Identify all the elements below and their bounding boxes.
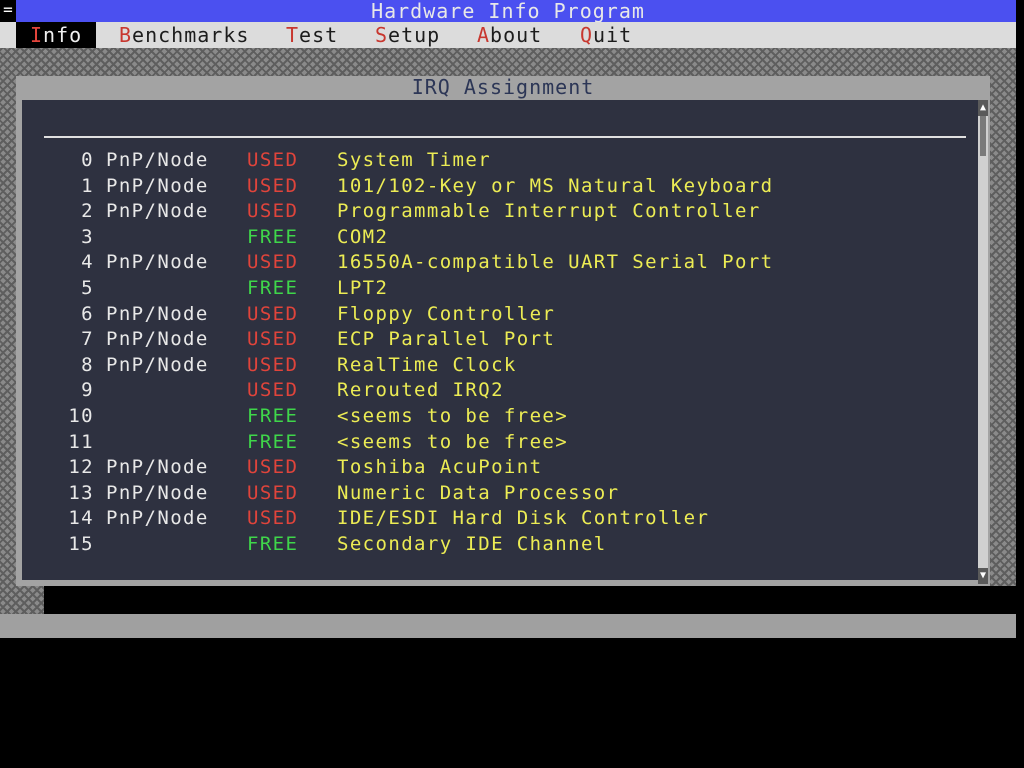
app-title: Hardware Info Program bbox=[371, 0, 645, 23]
irq-status: USED bbox=[247, 379, 299, 402]
irq-number: 5 bbox=[81, 276, 94, 299]
irq-description: Floppy Controller bbox=[337, 302, 556, 325]
irq-type: PnP/Node bbox=[106, 328, 209, 351]
irq-description: <seems to be free> bbox=[337, 430, 569, 453]
irq-description: ECP Parallel Port bbox=[337, 328, 556, 351]
irq-description: Secondary IDE Channel bbox=[337, 532, 607, 555]
irq-status: USED bbox=[247, 328, 299, 351]
irq-type: PnP/Node bbox=[106, 302, 209, 325]
window-shadow bbox=[44, 586, 1016, 614]
window-title: IRQ Assignment bbox=[411, 75, 595, 99]
irq-status: FREE bbox=[247, 430, 299, 453]
scroll-up-icon[interactable]: ▲ bbox=[978, 100, 988, 116]
system-menu-button[interactable]: = bbox=[0, 0, 16, 22]
irq-type: PnP/Node bbox=[106, 149, 209, 171]
irq-description: Toshiba AcuPoint bbox=[337, 456, 543, 479]
irq-number: 4 bbox=[81, 251, 94, 274]
irq-status: USED bbox=[247, 302, 299, 325]
irq-status: FREE bbox=[247, 225, 299, 248]
menu-test[interactable]: Test bbox=[286, 22, 338, 48]
irq-type: PnP/Node bbox=[106, 456, 209, 479]
irq-status: FREE bbox=[247, 404, 299, 427]
irq-number: 6 bbox=[81, 302, 94, 325]
irq-type: PnP/Node bbox=[106, 174, 209, 197]
irq-status: USED bbox=[247, 481, 299, 504]
app-title-bar: Hardware Info Program bbox=[0, 0, 1016, 22]
irq-description: Programmable Interrupt Controller bbox=[337, 200, 761, 223]
irq-number: 1 bbox=[81, 174, 94, 197]
irq-number: 15 bbox=[68, 532, 94, 555]
menu-info[interactable]: Info bbox=[16, 22, 97, 48]
irq-description: <seems to be free> bbox=[337, 404, 569, 427]
irq-status: USED bbox=[247, 353, 299, 376]
status-bar bbox=[0, 614, 1016, 638]
irq-number: 0 bbox=[81, 149, 94, 171]
irq-assignment-window: IRQ Assignment 0 PnP/Node USED System Timer… bbox=[16, 76, 990, 586]
irq-type: PnP/Node bbox=[106, 481, 209, 504]
irq-status: USED bbox=[247, 149, 299, 171]
irq-status: FREE bbox=[247, 532, 299, 555]
irq-type: PnP/Node bbox=[106, 200, 209, 223]
irq-panel: 0 PnP/Node USED System Timer 1 PnP/Node USED 10… bbox=[22, 100, 980, 580]
irq-number: 7 bbox=[81, 328, 94, 351]
irq-status: USED bbox=[247, 200, 299, 223]
irq-status: USED bbox=[247, 507, 299, 530]
scroll-thumb[interactable] bbox=[980, 116, 986, 156]
irq-number: 13 bbox=[68, 481, 94, 504]
irq-description: System Timer bbox=[337, 149, 492, 171]
irq-number: 10 bbox=[68, 404, 94, 427]
irq-description: 101/102-Key or MS Natural Keyboard bbox=[337, 174, 774, 197]
irq-description: LPT2 bbox=[337, 276, 389, 299]
irq-status: USED bbox=[247, 456, 299, 479]
irq-description: 16550A-compatible UART Serial Port bbox=[337, 251, 774, 274]
irq-status: USED bbox=[247, 174, 299, 197]
irq-type: PnP/Node bbox=[106, 353, 209, 376]
irq-type: PnP/Node bbox=[106, 507, 209, 530]
irq-description: IDE/ESDI Hard Disk Controller bbox=[337, 507, 710, 530]
irq-number: 2 bbox=[81, 200, 94, 223]
irq-type: PnP/Node bbox=[106, 251, 209, 274]
menu-about[interactable]: About bbox=[477, 22, 542, 48]
vertical-scrollbar[interactable]: ▲ ▼ bbox=[978, 100, 988, 584]
irq-description: Numeric Data Processor bbox=[337, 481, 620, 504]
irq-status: USED bbox=[247, 251, 299, 274]
irq-number: 8 bbox=[81, 353, 94, 376]
irq-description: RealTime Clock bbox=[337, 353, 517, 376]
menu-bar: Info Benchmarks Test Setup About Quit bbox=[0, 22, 1016, 48]
menu-setup[interactable]: Setup bbox=[375, 22, 440, 48]
irq-description: COM2 bbox=[337, 225, 389, 248]
irq-number: 3 bbox=[81, 225, 94, 248]
menu-quit[interactable]: Quit bbox=[580, 22, 632, 48]
irq-number: 14 bbox=[68, 507, 94, 530]
header-divider bbox=[44, 136, 966, 138]
scroll-down-icon[interactable]: ▼ bbox=[978, 568, 988, 584]
irq-number: 12 bbox=[68, 456, 94, 479]
irq-number: 9 bbox=[81, 379, 94, 402]
irq-number: 11 bbox=[68, 430, 94, 453]
irq-status: FREE bbox=[247, 276, 299, 299]
irq-description: Rerouted IRQ2 bbox=[337, 379, 504, 402]
menu-benchmarks[interactable]: Benchmarks bbox=[119, 22, 249, 48]
